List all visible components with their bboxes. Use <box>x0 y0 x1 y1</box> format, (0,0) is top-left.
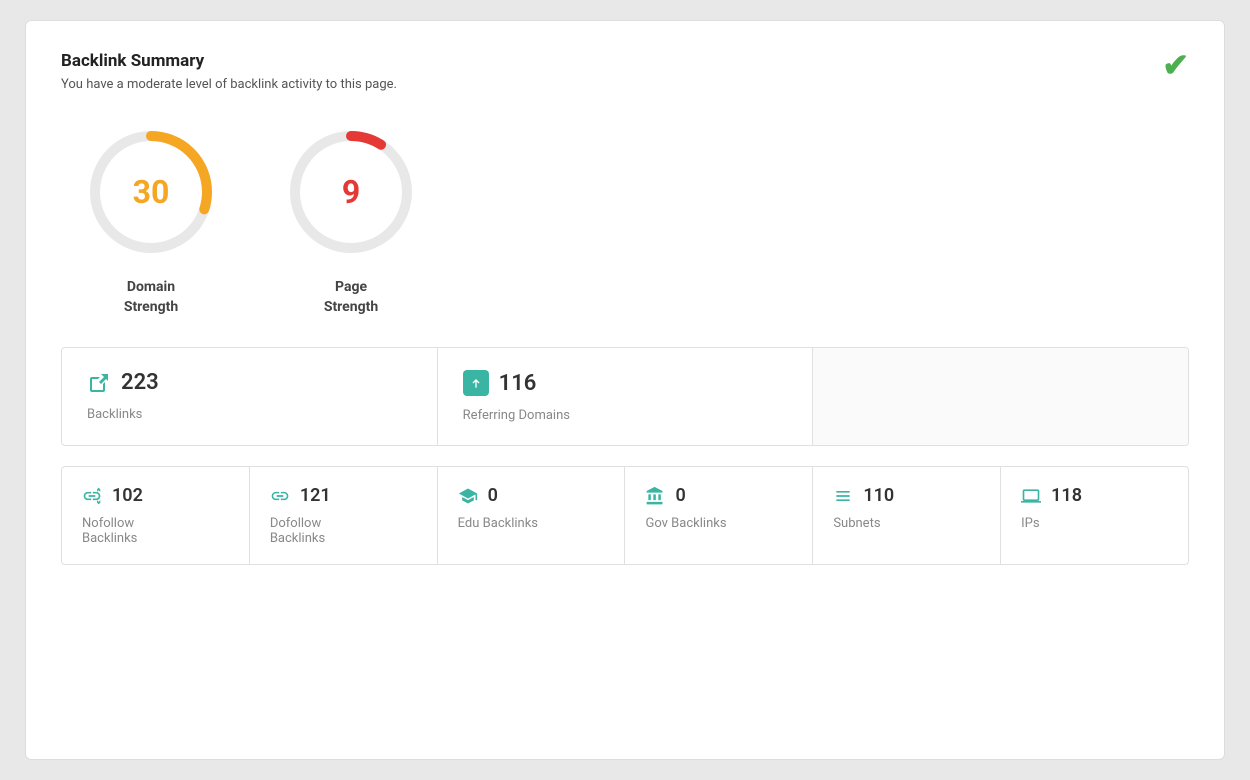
gov-icon <box>645 486 665 506</box>
dofollow-number: 121 <box>300 485 331 506</box>
dofollow-top: 121 <box>270 485 417 506</box>
referring-number: 116 <box>499 371 537 396</box>
referring-label: Referring Domains <box>463 408 788 423</box>
edu-icon <box>458 486 478 506</box>
subnets-box[interactable]: 110 Subnets <box>813 467 1001 564</box>
dofollow-icon <box>270 486 290 506</box>
domain-strength-value: 30 <box>133 173 170 211</box>
gov-top: 0 <box>645 485 792 506</box>
subnets-number: 110 <box>863 485 894 506</box>
backlink-summary-card: Backlink Summary You have a moderate lev… <box>25 20 1225 760</box>
backlinks-number: 223 <box>121 370 159 395</box>
nofollow-number: 102 <box>112 485 143 506</box>
ips-icon <box>1021 486 1041 506</box>
card-title: Backlink Summary <box>61 51 1189 71</box>
edu-label: Edu Backlinks <box>458 516 605 531</box>
gov-box[interactable]: 0 Gov Backlinks <box>625 467 813 564</box>
dofollow-label: DofollowBacklinks <box>270 516 417 546</box>
edu-top: 0 <box>458 485 605 506</box>
dofollow-box[interactable]: 121 DofollowBacklinks <box>250 467 438 564</box>
external-link-icon <box>87 371 111 395</box>
nofollow-box[interactable]: 102 NofollowBacklinks <box>62 467 250 564</box>
check-icon: ✔ <box>1162 46 1189 84</box>
stats-row2: 102 NofollowBacklinks 121 DofollowBackli… <box>61 466 1189 565</box>
nofollow-icon <box>82 486 102 506</box>
referring-domains-box[interactable]: 116 Referring Domains <box>438 348 814 445</box>
domain-strength-label: DomainStrength <box>124 278 178 317</box>
arrow-up-box-icon <box>463 370 489 396</box>
domain-strength-gauge: 30 DomainStrength <box>81 122 221 317</box>
backlinks-top: 223 <box>87 370 412 395</box>
ips-number: 118 <box>1051 485 1082 506</box>
backlinks-label: Backlinks <box>87 407 412 422</box>
referring-top: 116 <box>463 370 788 396</box>
ips-box[interactable]: 118 IPs <box>1001 467 1188 564</box>
gov-label: Gov Backlinks <box>645 516 792 531</box>
page-strength-value: 9 <box>342 173 360 211</box>
stats-row1: 223 Backlinks 116 Referring Domains <box>61 347 1189 446</box>
backlinks-box[interactable]: 223 Backlinks <box>62 348 438 445</box>
subnets-icon <box>833 486 853 506</box>
domain-strength-chart: 30 <box>81 122 221 262</box>
gov-number: 0 <box>675 485 685 506</box>
edu-box[interactable]: 0 Edu Backlinks <box>438 467 626 564</box>
edu-number: 0 <box>488 485 498 506</box>
ips-top: 118 <box>1021 485 1168 506</box>
card-subtitle: You have a moderate level of backlink ac… <box>61 77 1189 92</box>
nofollow-top: 102 <box>82 485 229 506</box>
page-strength-chart: 9 <box>281 122 421 262</box>
empty-box <box>813 348 1188 445</box>
page-strength-label: PageStrength <box>324 278 378 317</box>
subnets-top: 110 <box>833 485 980 506</box>
ips-label: IPs <box>1021 516 1168 531</box>
gauge-section: 30 DomainStrength 9 PageStrength <box>61 122 1189 317</box>
nofollow-label: NofollowBacklinks <box>82 516 229 546</box>
page-strength-gauge: 9 PageStrength <box>281 122 421 317</box>
subnets-label: Subnets <box>833 516 980 531</box>
